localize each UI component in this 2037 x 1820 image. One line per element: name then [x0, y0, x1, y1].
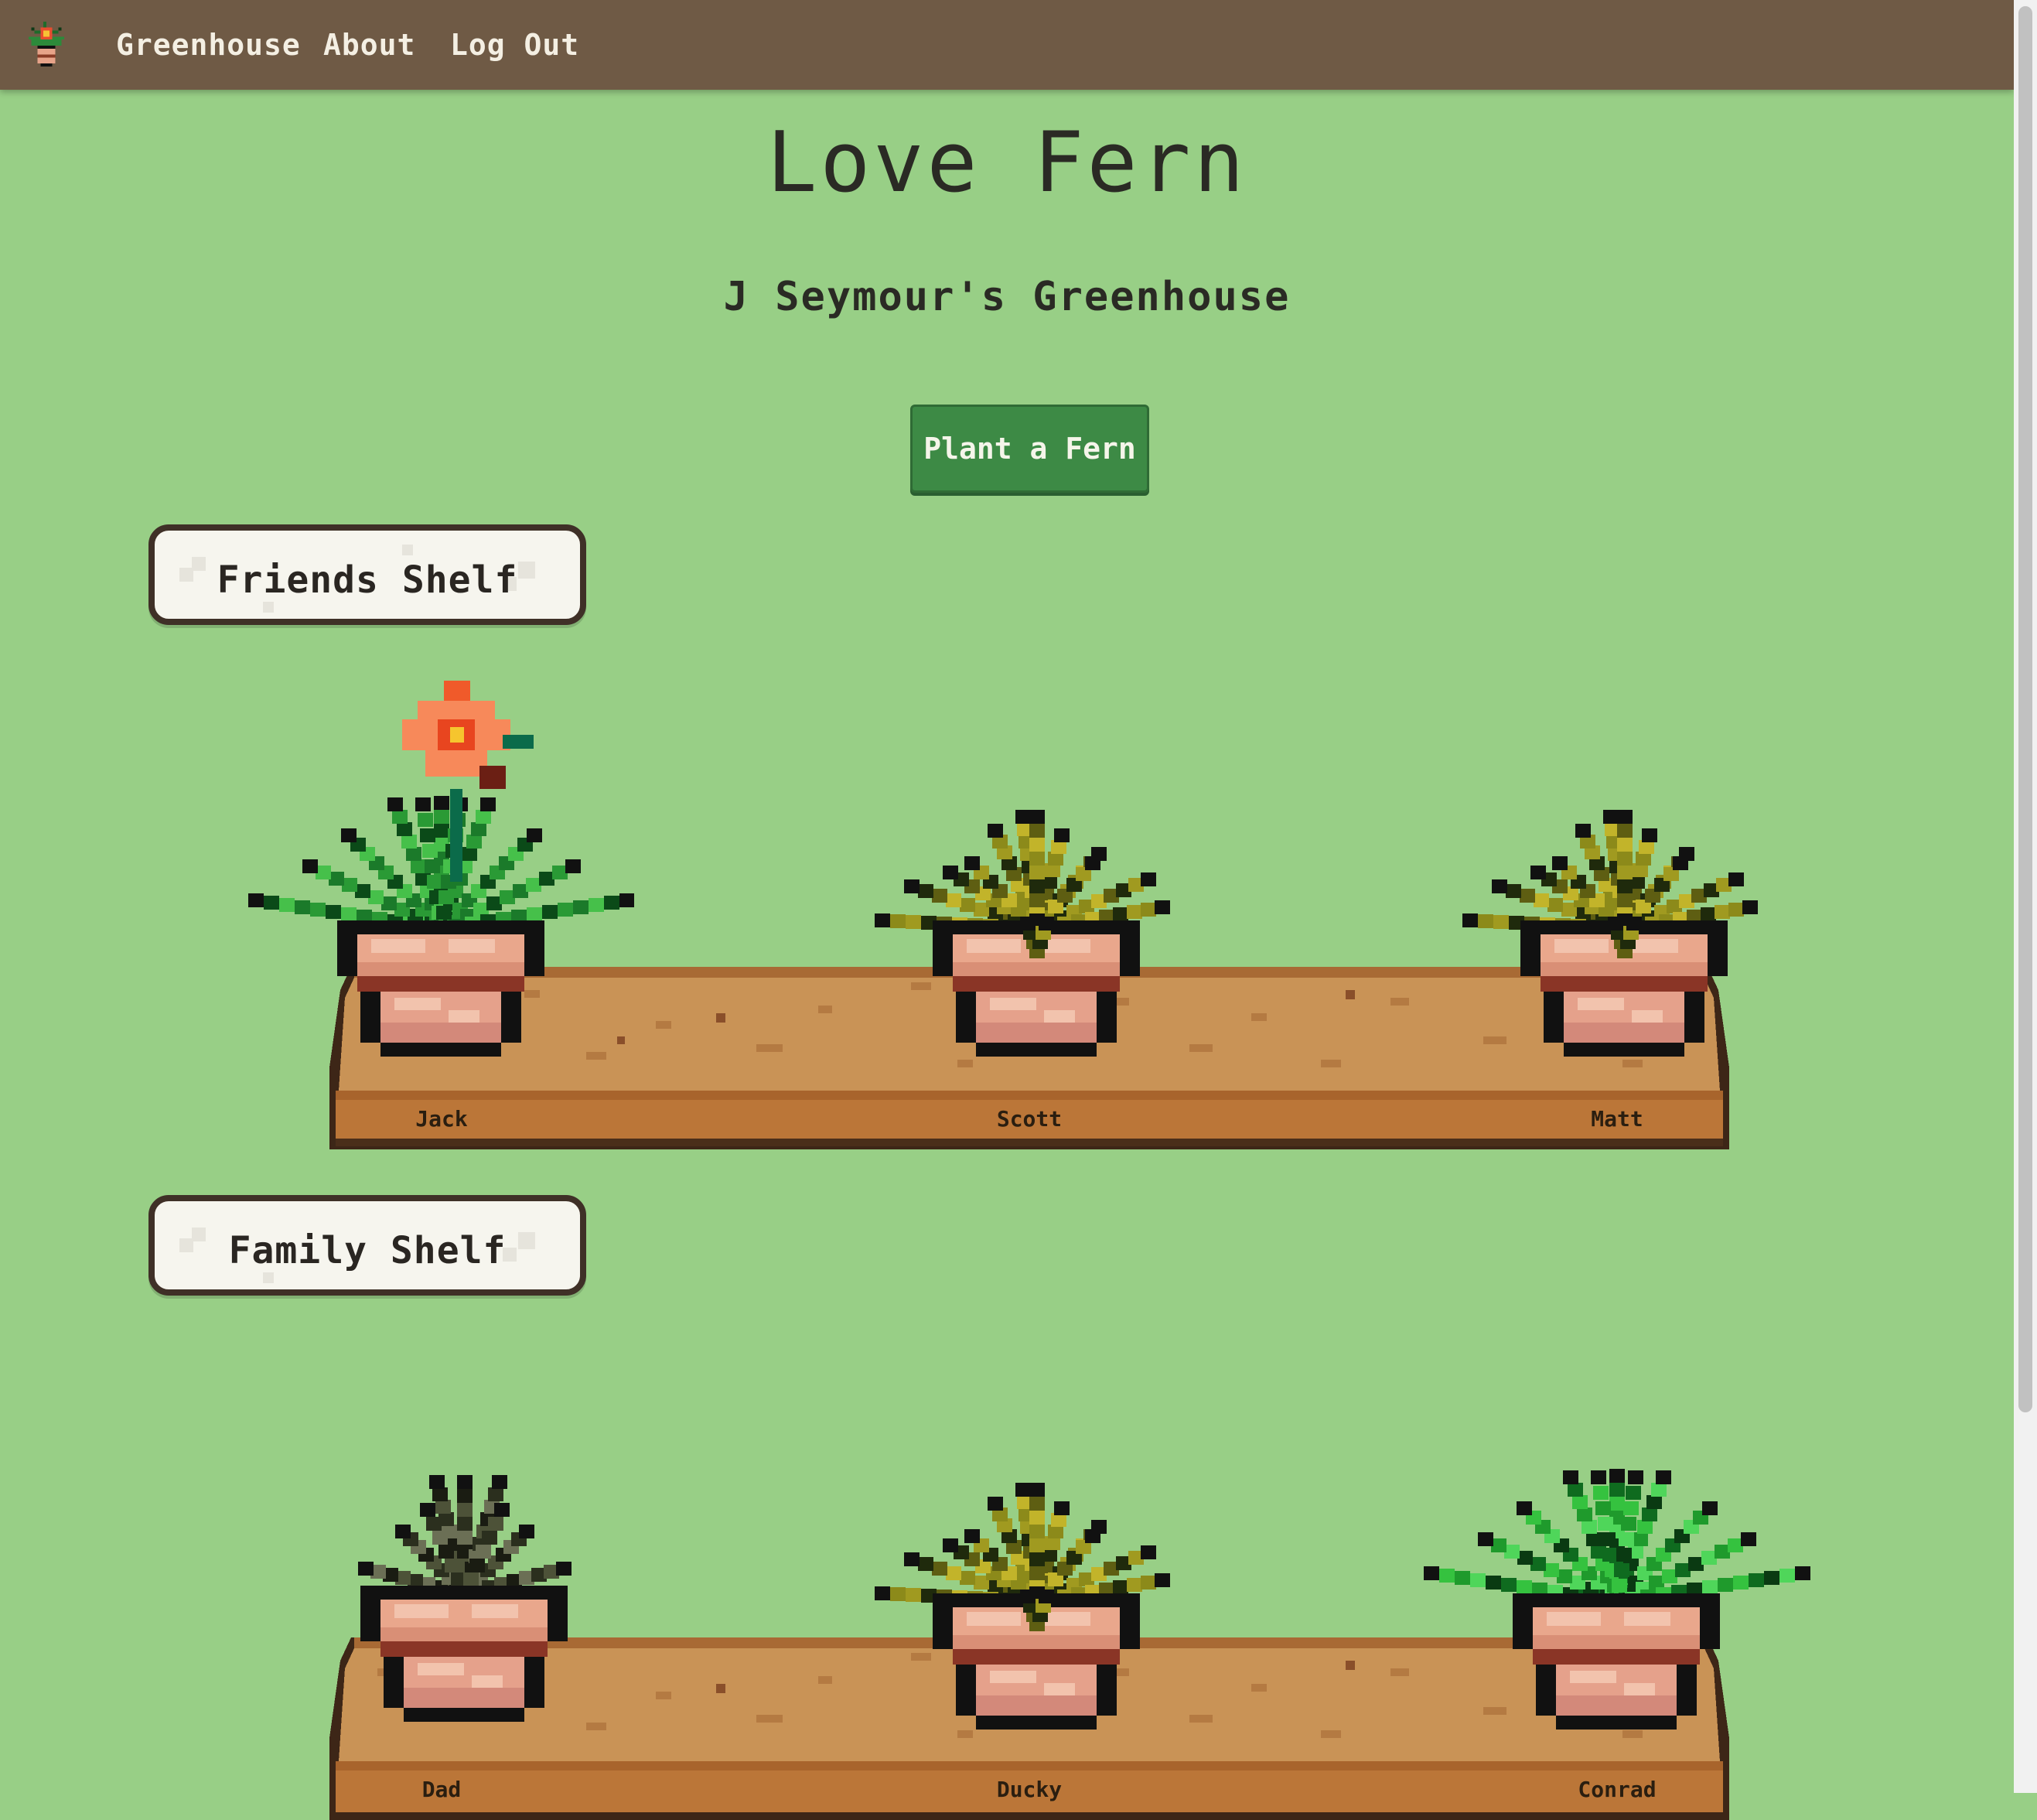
- clay-pot: [360, 1586, 568, 1722]
- plant-name-ducky: Ducky: [996, 1777, 1063, 1802]
- flowering-fern-plant-jack[interactable]: [247, 657, 634, 1060]
- fern-foliage: [875, 810, 1170, 935]
- clay-pot: [1513, 1593, 1720, 1730]
- nav-link-greenhouse[interactable]: Greenhouse: [116, 28, 301, 62]
- nav-link-log-out[interactable]: Log Out: [450, 28, 579, 62]
- yellow-fern-plant-matt[interactable]: [1431, 696, 1817, 1060]
- green-fern-plant-conrad[interactable]: [1415, 1330, 1817, 1733]
- yellow-fern-plant-scott[interactable]: [843, 696, 1230, 1060]
- shelf-label-friends: Friends Shelf: [148, 524, 586, 625]
- fern-foliage: [1462, 810, 1758, 935]
- plant-name-jack: Jack: [415, 1106, 468, 1132]
- potted-plant-logo-icon[interactable]: [25, 22, 68, 67]
- plant-name-matt: Matt: [1591, 1106, 1643, 1132]
- dark-fern-plant-dad[interactable]: [302, 1369, 626, 1725]
- fern-foliage: [875, 1483, 1170, 1608]
- shelf-label-family: Family Shelf: [148, 1195, 586, 1296]
- shelf-title: Friends Shelf: [217, 558, 518, 602]
- page-title: Love Fern: [766, 114, 1247, 211]
- yellow-fern-plant-ducky[interactable]: [843, 1369, 1230, 1733]
- plant-a-fern-button[interactable]: Plant a Fern: [910, 405, 1149, 493]
- shelf-title: Family Shelf: [228, 1229, 507, 1272]
- top-navbar: Greenhouse About Log Out: [0, 0, 2014, 90]
- fern-foliage: [358, 1475, 572, 1600]
- clay-pot: [337, 920, 544, 1057]
- plant-name-conrad: Conrad: [1578, 1777, 1657, 1802]
- plant-name-scott: Scott: [996, 1106, 1063, 1132]
- scrollbar-thumb[interactable]: [2018, 6, 2032, 1412]
- fern-foliage: [248, 796, 634, 935]
- greenhouse-owner-subtitle: J Seymour's Greenhouse: [723, 274, 1291, 320]
- nav-link-about[interactable]: About: [323, 28, 415, 62]
- plant-name-dad: Dad: [421, 1777, 462, 1802]
- fern-foliage: [1424, 1469, 1810, 1608]
